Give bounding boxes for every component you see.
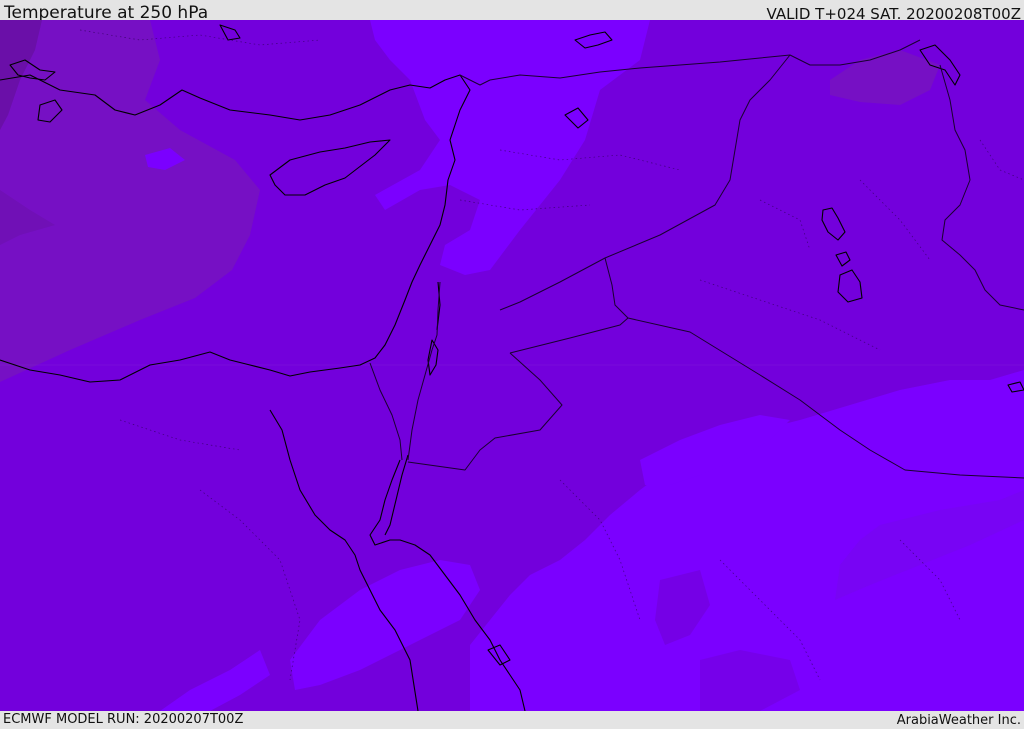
credit-label: ArabiaWeather Inc. xyxy=(896,713,1021,728)
temperature-map[interactable] xyxy=(0,20,1024,711)
model-run-label: ECMWF MODEL RUN: 20200207T00Z xyxy=(3,712,244,727)
header-bar: Temperature at 250 hPa VALID T+024 SAT. … xyxy=(0,0,1024,23)
map-viewer: Temperature at 250 hPa VALID T+024 SAT. … xyxy=(0,0,1024,729)
footer-bar: ECMWF MODEL RUN: 20200207T00Z ArabiaWeat… xyxy=(0,711,1024,729)
